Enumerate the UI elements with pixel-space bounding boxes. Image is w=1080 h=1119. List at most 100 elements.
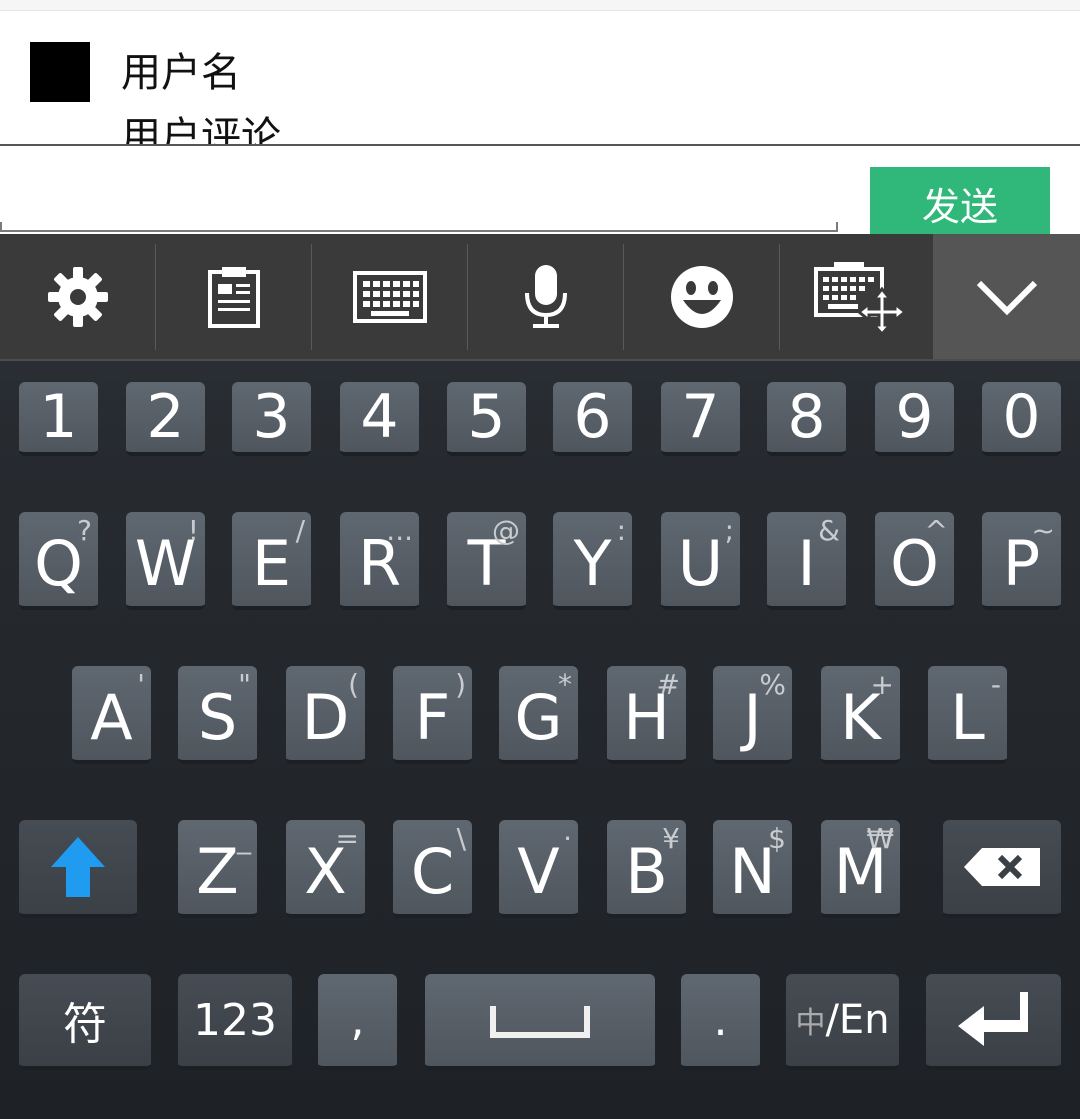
key-u[interactable]: U; <box>661 512 740 610</box>
key-j[interactable]: J% <box>713 666 792 764</box>
period-key[interactable]: . <box>681 974 760 1070</box>
symbols-key[interactable]: 符 <box>19 974 151 1070</box>
key-label: Y <box>573 527 612 600</box>
keyboard-move-button[interactable] <box>780 234 935 359</box>
key-a[interactable]: A ' <box>72 666 151 764</box>
key-label: L <box>950 681 985 754</box>
key-label: 0 <box>1002 382 1041 452</box>
key-secondary-label: ^ <box>924 514 948 547</box>
voice-input-button[interactable] <box>468 234 623 359</box>
chevron-down-icon <box>976 280 1037 315</box>
comment-username: 用户名 <box>121 50 241 96</box>
comment-input-bar: 发送 <box>0 146 1080 234</box>
key-label: F <box>414 681 451 754</box>
key-h[interactable]: H # <box>607 666 686 764</box>
key-5[interactable]: 5 <box>447 382 526 456</box>
key-3[interactable]: 3 <box>232 382 311 456</box>
key-secondary-label: # <box>656 668 680 701</box>
keyboard-layout-button[interactable] <box>312 234 467 359</box>
key-d[interactable]: D( <box>286 666 365 764</box>
key-9[interactable]: 9 <box>875 382 954 456</box>
enter-icon <box>957 992 1028 1046</box>
comma-key[interactable]: , <box>318 974 397 1070</box>
key-secondary-label: ¥ <box>662 822 680 855</box>
key-l[interactable]: L- <box>928 666 1007 764</box>
key-label: I <box>797 527 816 600</box>
key-secondary-label: - <box>990 668 1001 701</box>
key-v[interactable]: V · <box>499 820 578 918</box>
key-label: D <box>301 681 350 754</box>
keyboard-move-icon <box>813 261 906 335</box>
key-z[interactable]: Z _ <box>178 820 257 918</box>
clipboard-button[interactable] <box>156 234 311 359</box>
comment-item: 用户名 用户评论 <box>0 11 1080 144</box>
settings-icon <box>47 266 108 327</box>
key-secondary-label: " <box>238 668 251 701</box>
key-s[interactable]: S " <box>178 666 257 764</box>
period-key-label: . <box>713 994 728 1046</box>
key-c[interactable]: C \ <box>393 820 472 918</box>
avatar[interactable] <box>30 42 90 102</box>
key-i[interactable]: I & <box>767 512 846 610</box>
comment-input[interactable] <box>0 170 838 228</box>
shift-arrow-icon <box>51 837 105 897</box>
emoji-button[interactable] <box>624 234 779 359</box>
key-6[interactable]: 6 <box>553 382 632 456</box>
key-o[interactable]: O ^ <box>875 512 954 610</box>
key-m[interactable]: M ₩ <box>821 820 900 918</box>
shift-key[interactable] <box>19 820 137 918</box>
space-key[interactable] <box>425 974 655 1070</box>
key-label: 9 <box>895 382 934 452</box>
send-button[interactable]: 发送 <box>870 167 1050 234</box>
key-t[interactable]: T @ <box>447 512 526 610</box>
key-r[interactable]: R... <box>340 512 419 610</box>
enter-key[interactable] <box>926 974 1061 1070</box>
key-n[interactable]: N $ <box>713 820 792 918</box>
key-4[interactable]: 4 <box>340 382 419 456</box>
key-x[interactable]: X = <box>286 820 365 918</box>
space-bar-icon <box>490 1006 590 1038</box>
backspace-key[interactable] <box>943 820 1061 918</box>
comment-text: 用户评论 <box>121 114 281 144</box>
key-g[interactable]: G * <box>499 666 578 764</box>
key-label: V <box>517 835 560 908</box>
key-7[interactable]: 7 <box>661 382 740 456</box>
key-secondary-label: ) <box>455 668 466 701</box>
key-e[interactable]: E / <box>232 512 311 610</box>
key-label: G <box>514 681 563 754</box>
key-y[interactable]: Y: <box>553 512 632 610</box>
key-secondary-label: = <box>335 822 359 855</box>
key-b[interactable]: B ¥ <box>607 820 686 918</box>
key-label: Z <box>196 835 239 908</box>
lang-zh-label: 中 <box>795 1006 826 1041</box>
key-label: S <box>197 681 238 754</box>
soft-keyboard: 1234567890 Q? W! E / R... T @ Y: U; I & O ^ P ~ A ' S " D(… <box>0 234 1080 1119</box>
key-secondary-label: ( <box>348 668 359 701</box>
key-2[interactable]: 2 <box>126 382 205 456</box>
key-secondary-label: @ <box>492 514 520 547</box>
key-secondary-label: / <box>295 514 305 547</box>
settings-button[interactable] <box>0 234 155 359</box>
key-secondary-label: ; <box>724 514 734 547</box>
key-secondary-label: % <box>759 668 786 701</box>
collapse-keyboard-button[interactable] <box>933 234 1080 359</box>
clipboard-icon <box>207 266 260 328</box>
key-q[interactable]: Q? <box>19 512 98 610</box>
key-w[interactable]: W! <box>126 512 205 610</box>
key-label: 5 <box>467 382 506 452</box>
symbols-key-label: 符 <box>63 999 107 1050</box>
numbers-key[interactable]: 123 <box>178 974 292 1070</box>
key-k[interactable]: K + <box>821 666 900 764</box>
key-secondary-label: : <box>616 514 626 547</box>
key-label: Q <box>34 527 83 600</box>
key-p[interactable]: P ~ <box>982 512 1061 610</box>
key-1[interactable]: 1 <box>19 382 98 456</box>
key-label: 8 <box>787 382 826 452</box>
key-0[interactable]: 0 <box>982 382 1061 456</box>
key-8[interactable]: 8 <box>767 382 846 456</box>
key-secondary-label: & <box>818 514 840 547</box>
key-f[interactable]: F) <box>393 666 472 764</box>
key-secondary-label: * <box>558 668 572 701</box>
key-secondary-label: + <box>870 668 894 701</box>
language-switch-key[interactable]: 中/En <box>786 974 899 1070</box>
